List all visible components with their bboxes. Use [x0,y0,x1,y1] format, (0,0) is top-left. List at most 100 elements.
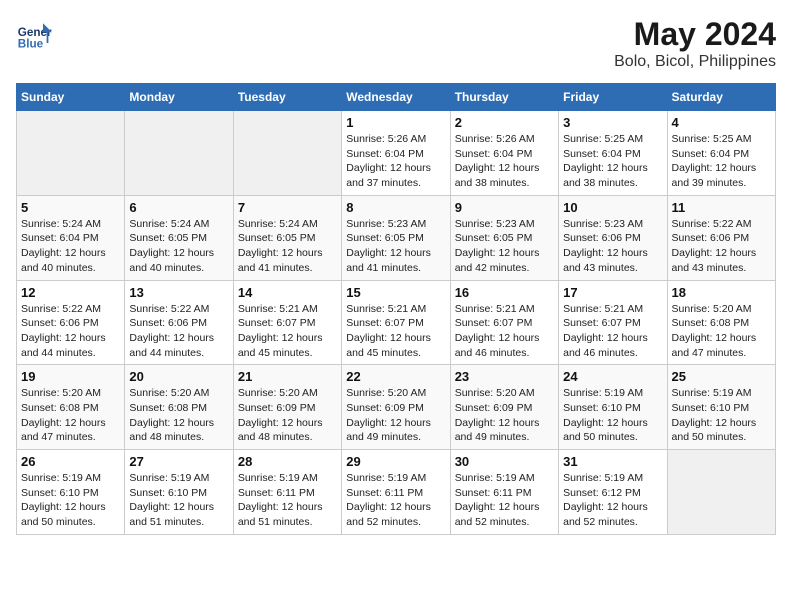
calendar-cell: 13Sunrise: 5:22 AM Sunset: 6:06 PM Dayli… [125,280,233,365]
day-info: Sunrise: 5:24 AM Sunset: 6:05 PM Dayligh… [129,217,228,276]
page-subtitle: Bolo, Bicol, Philippines [614,53,776,71]
day-number: 5 [21,200,120,215]
weekday-header: Wednesday [342,84,450,111]
day-number: 15 [346,285,445,300]
day-info: Sunrise: 5:26 AM Sunset: 6:04 PM Dayligh… [455,132,554,191]
calendar-cell: 15 Sunrise: 5:21 AM Sunset: 6:07 PM Dayli… [342,280,450,365]
calendar-cell [125,111,233,196]
weekday-header: Monday [125,84,233,111]
calendar-cell: 5 Sunrise: 5:24 AM Sunset: 6:04 PM Daylig… [17,195,125,280]
day-number: 17 [563,285,662,300]
day-info: Sunrise: 5:21 AM Sunset: 6:07 PM Dayligh… [238,302,337,361]
header: General Blue May 2024 Bolo, Bicol, Phili… [16,16,776,71]
day-info: Sunrise: 5:19 AM Sunset: 6:10 PM Dayligh… [672,386,771,445]
day-info: Sunrise: 5:23 AM Sunset: 6:05 PM Dayligh… [346,217,445,276]
calendar-cell: 9Sunrise: 5:23 AM Sunset: 6:05 PM Daylig… [450,195,558,280]
day-number: 3 [563,115,662,130]
day-info: Sunrise: 5:19 AM Sunset: 6:11 PM Dayligh… [455,471,554,530]
page-title: May 2024 [614,16,776,53]
calendar-cell: 20 Sunrise: 5:20 AM Sunset: 6:08 PM Dayli… [125,365,233,450]
calendar-cell: 12 Sunrise: 5:22 AM Sunset: 6:06 PM Dayli… [17,280,125,365]
calendar-cell: 25 Sunrise: 5:19 AM Sunset: 6:10 PM Dayli… [667,365,775,450]
day-info: Sunrise: 5:20 AM Sunset: 6:09 PM Dayligh… [238,386,337,445]
calendar-week-row: 5 Sunrise: 5:24 AM Sunset: 6:04 PM Daylig… [17,195,776,280]
weekday-header: Sunday [17,84,125,111]
calendar-cell [17,111,125,196]
calendar-cell: 8 Sunrise: 5:23 AM Sunset: 6:05 PM Daylig… [342,195,450,280]
logo-icon: General Blue [16,16,52,52]
day-info: Sunrise: 5:20 AM Sunset: 6:08 PM Dayligh… [21,386,120,445]
calendar-cell: 31Sunrise: 5:19 AM Sunset: 6:12 PM Dayli… [559,450,667,535]
day-number: 23 [455,369,554,384]
day-info: Sunrise: 5:20 AM Sunset: 6:08 PM Dayligh… [129,386,228,445]
day-number: 19 [21,369,120,384]
calendar-cell: 18Sunrise: 5:20 AM Sunset: 6:08 PM Dayli… [667,280,775,365]
calendar-week-row: 19 Sunrise: 5:20 AM Sunset: 6:08 PM Dayli… [17,365,776,450]
day-number: 21 [238,369,337,384]
calendar-cell: 21 Sunrise: 5:20 AM Sunset: 6:09 PM Dayli… [233,365,341,450]
day-info: Sunrise: 5:21 AM Sunset: 6:07 PM Dayligh… [563,302,662,361]
day-info: Sunrise: 5:22 AM Sunset: 6:06 PM Dayligh… [129,302,228,361]
day-number: 20 [129,369,228,384]
day-number: 6 [129,200,228,215]
calendar-cell: 17 Sunrise: 5:21 AM Sunset: 6:07 PM Dayli… [559,280,667,365]
day-info: Sunrise: 5:19 AM Sunset: 6:11 PM Dayligh… [238,471,337,530]
day-number: 22 [346,369,445,384]
day-number: 11 [672,200,771,215]
calendar-cell: 14 Sunrise: 5:21 AM Sunset: 6:07 PM Dayli… [233,280,341,365]
calendar-cell: 30Sunrise: 5:19 AM Sunset: 6:11 PM Dayli… [450,450,558,535]
day-info: Sunrise: 5:19 AM Sunset: 6:11 PM Dayligh… [346,471,445,530]
day-number: 2 [455,115,554,130]
calendar-week-row: 12 Sunrise: 5:22 AM Sunset: 6:06 PM Dayli… [17,280,776,365]
day-info: Sunrise: 5:22 AM Sunset: 6:06 PM Dayligh… [21,302,120,361]
calendar-cell: 27 Sunrise: 5:19 AM Sunset: 6:10 PM Dayli… [125,450,233,535]
calendar-cell [667,450,775,535]
calendar-cell: 3 Sunrise: 5:25 AM Sunset: 6:04 PM Daylig… [559,111,667,196]
day-info: Sunrise: 5:19 AM Sunset: 6:10 PM Dayligh… [129,471,228,530]
day-info: Sunrise: 5:21 AM Sunset: 6:07 PM Dayligh… [346,302,445,361]
day-number: 9 [455,200,554,215]
day-info: Sunrise: 5:21 AM Sunset: 6:07 PM Dayligh… [455,302,554,361]
day-number: 25 [672,369,771,384]
calendar-cell: 1Sunrise: 5:26 AM Sunset: 6:04 PM Daylig… [342,111,450,196]
calendar-cell: 22Sunrise: 5:20 AM Sunset: 6:09 PM Dayli… [342,365,450,450]
day-number: 1 [346,115,445,130]
day-info: Sunrise: 5:25 AM Sunset: 6:04 PM Dayligh… [563,132,662,191]
day-number: 12 [21,285,120,300]
calendar-cell: 26Sunrise: 5:19 AM Sunset: 6:10 PM Dayli… [17,450,125,535]
day-number: 8 [346,200,445,215]
calendar-week-row: 26Sunrise: 5:19 AM Sunset: 6:10 PM Dayli… [17,450,776,535]
calendar-cell: 6 Sunrise: 5:24 AM Sunset: 6:05 PM Daylig… [125,195,233,280]
svg-text:Blue: Blue [18,38,44,51]
day-info: Sunrise: 5:20 AM Sunset: 6:09 PM Dayligh… [455,386,554,445]
day-number: 10 [563,200,662,215]
day-info: Sunrise: 5:19 AM Sunset: 6:12 PM Dayligh… [563,471,662,530]
calendar-cell: 24 Sunrise: 5:19 AM Sunset: 6:10 PM Dayli… [559,365,667,450]
calendar-cell: 11 Sunrise: 5:22 AM Sunset: 6:06 PM Dayli… [667,195,775,280]
day-number: 16 [455,285,554,300]
day-info: Sunrise: 5:19 AM Sunset: 6:10 PM Dayligh… [21,471,120,530]
day-number: 27 [129,454,228,469]
calendar-cell: 29 Sunrise: 5:19 AM Sunset: 6:11 PM Dayli… [342,450,450,535]
weekday-header: Friday [559,84,667,111]
calendar-cell: 16 Sunrise: 5:21 AM Sunset: 6:07 PM Dayli… [450,280,558,365]
weekday-header: Tuesday [233,84,341,111]
calendar-cell: 7Sunrise: 5:24 AM Sunset: 6:05 PM Daylig… [233,195,341,280]
calendar-header-row: SundayMondayTuesdayWednesdayThursdayFrid… [17,84,776,111]
day-number: 4 [672,115,771,130]
day-info: Sunrise: 5:24 AM Sunset: 6:04 PM Dayligh… [21,217,120,276]
day-number: 14 [238,285,337,300]
day-info: Sunrise: 5:22 AM Sunset: 6:06 PM Dayligh… [672,217,771,276]
calendar-cell: 10Sunrise: 5:23 AM Sunset: 6:06 PM Dayli… [559,195,667,280]
day-info: Sunrise: 5:25 AM Sunset: 6:04 PM Dayligh… [672,132,771,191]
calendar-cell: 19 Sunrise: 5:20 AM Sunset: 6:08 PM Dayli… [17,365,125,450]
weekday-header: Thursday [450,84,558,111]
day-info: Sunrise: 5:19 AM Sunset: 6:10 PM Dayligh… [563,386,662,445]
day-number: 29 [346,454,445,469]
title-area: May 2024 Bolo, Bicol, Philippines [614,16,776,71]
day-number: 18 [672,285,771,300]
day-number: 24 [563,369,662,384]
calendar-cell: 2 Sunrise: 5:26 AM Sunset: 6:04 PM Daylig… [450,111,558,196]
day-number: 28 [238,454,337,469]
weekday-header: Saturday [667,84,775,111]
